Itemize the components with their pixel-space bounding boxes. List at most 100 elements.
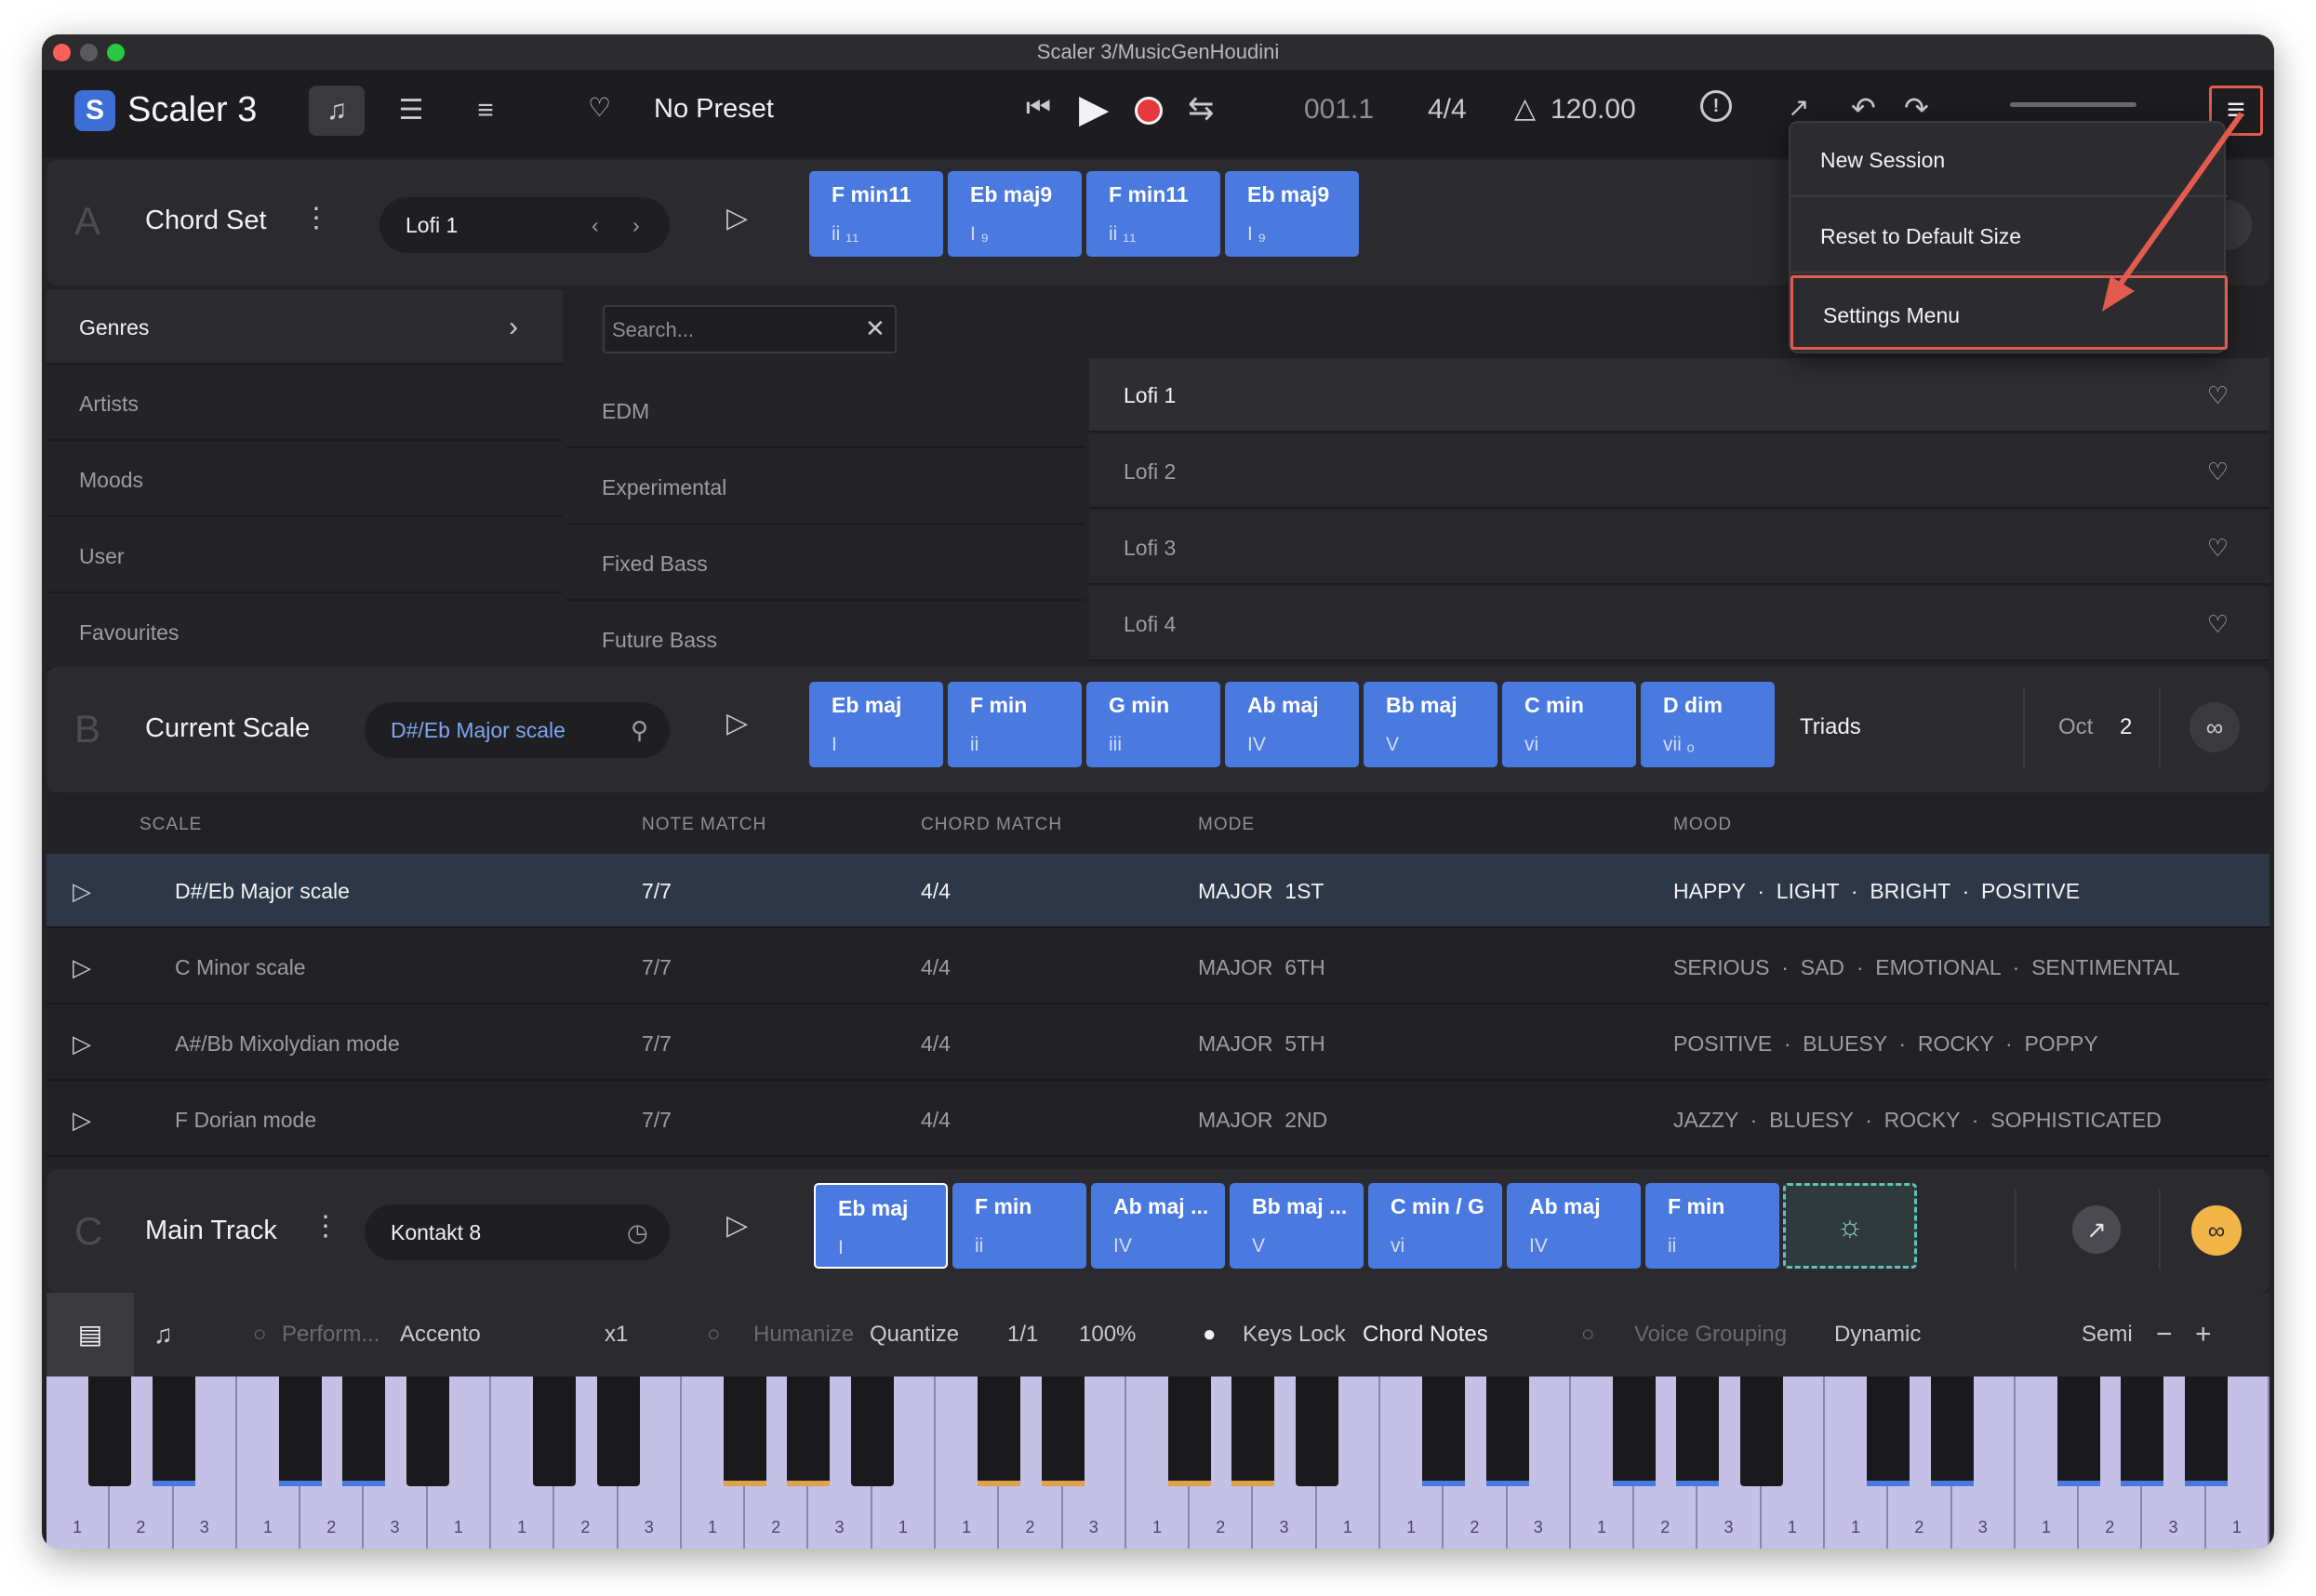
suggest-chord-lightbulb-icon[interactable]: ☼	[1783, 1183, 1917, 1269]
genre-item[interactable]: Future Bass	[567, 603, 1085, 677]
quantize-label[interactable]: Quantize	[870, 1293, 959, 1377]
black-key[interactable]	[1041, 1377, 1085, 1486]
dynamic-label[interactable]: Dynamic	[1834, 1293, 1921, 1377]
voicing-selector[interactable]: Triads	[1800, 714, 1861, 740]
track-chord[interactable]: C min / G vi	[1368, 1183, 1502, 1269]
black-key[interactable]	[1867, 1377, 1910, 1486]
voice-grouping-radio-icon[interactable]: ○	[1581, 1293, 1595, 1377]
favorite-preset-icon[interactable]: ♡	[588, 92, 611, 123]
black-key[interactable]	[2184, 1377, 2228, 1486]
close-window-button[interactable]	[53, 44, 71, 61]
heart-icon[interactable]: ♡	[2207, 587, 2229, 661]
percent-value[interactable]: 100%	[1079, 1293, 1136, 1377]
preset-name[interactable]: No Preset	[654, 94, 774, 125]
black-key[interactable]	[2121, 1377, 2164, 1486]
quantize-value[interactable]: 1/1	[1007, 1293, 1038, 1377]
layers-tab[interactable]: ☰	[383, 86, 439, 136]
scale-chord[interactable]: G min iii	[1086, 682, 1220, 767]
column-header[interactable]: MOOD	[1673, 815, 1732, 835]
black-key[interactable]	[152, 1377, 195, 1486]
heart-icon[interactable]: ♡	[2207, 434, 2229, 509]
column-header[interactable]: NOTE MATCH	[642, 815, 766, 835]
black-key[interactable]	[787, 1377, 831, 1486]
piano-keyboard[interactable]: 1 2 3 1 2 3 1 1 2 3 1 2 3 1 1 2 3 1 2 3 1 1 2 3 1 2 3 1 1 2 3 1 2 3 1	[47, 1377, 2269, 1549]
octave-value[interactable]: 2	[2120, 714, 2132, 740]
row-play-icon[interactable]: ▷	[73, 1006, 91, 1081]
guitar-icon[interactable]: ♫	[153, 1293, 173, 1377]
column-header[interactable]: MODE	[1198, 815, 1255, 835]
black-key[interactable]	[342, 1377, 386, 1486]
black-key[interactable]	[850, 1377, 894, 1486]
keys-lock-label[interactable]: Keys Lock	[1243, 1293, 1346, 1377]
list-tab[interactable]: ≡	[458, 86, 513, 136]
next-preset-icon[interactable]: ›	[632, 197, 640, 253]
black-key[interactable]	[978, 1377, 1021, 1486]
humanize-label[interactable]: Humanize	[753, 1293, 854, 1377]
track-chord[interactable]: Ab maj ... IV	[1091, 1183, 1225, 1269]
set-item[interactable]: Lofi 1 ♡	[1089, 358, 2269, 432]
scale-chord[interactable]: Eb maj I	[809, 682, 943, 767]
scale-play-icon[interactable]: ▷	[726, 707, 748, 739]
black-key[interactable]	[1485, 1377, 1529, 1486]
black-key[interactable]	[1676, 1377, 1720, 1486]
perform-label[interactable]: Perform...	[282, 1293, 379, 1377]
tempo-value[interactable]: 120.00	[1551, 94, 1636, 126]
black-key[interactable]	[1295, 1377, 1338, 1486]
chord-set-more-icon[interactable]: ⋮	[302, 202, 330, 234]
category-genres[interactable]: Genres ›	[47, 290, 563, 365]
table-row[interactable]: ▷ A#/Bb Mixolydian mode 7/7 4/4 MAJOR 5T…	[47, 1006, 2269, 1081]
set-item[interactable]: Lofi 4 ♡	[1089, 587, 2269, 661]
genre-item[interactable]: Fixed Bass	[567, 526, 1085, 601]
piano-icon[interactable]: ▤	[47, 1293, 134, 1377]
track-link-icon[interactable]: ∞	[2191, 1205, 2242, 1256]
loop-icon[interactable]: ⇆	[1188, 90, 1215, 127]
black-key[interactable]	[406, 1377, 449, 1486]
column-header[interactable]: CHORD MATCH	[921, 815, 1062, 835]
play-icon[interactable]: ▶	[1079, 86, 1109, 131]
chord-set-play-icon[interactable]: ▷	[726, 202, 748, 234]
keys-lock-radio-icon[interactable]: ●	[1203, 1293, 1217, 1377]
row-play-icon[interactable]: ▷	[73, 1083, 91, 1157]
black-key[interactable]	[596, 1377, 640, 1486]
black-key[interactable]	[279, 1377, 323, 1486]
heart-icon[interactable]: ♡	[2207, 358, 2229, 432]
chord-set-chord[interactable]: F min11 ii ₁₁	[1086, 171, 1220, 257]
humanize-radio-icon[interactable]: ○	[707, 1293, 721, 1377]
row-play-icon[interactable]: ▷	[73, 930, 91, 1004]
black-key[interactable]	[1422, 1377, 1466, 1486]
scale-link-icon[interactable]: ∞	[2190, 702, 2240, 752]
export-icon[interactable]: ↗	[1788, 92, 1809, 123]
timer-icon[interactable]: ◷	[627, 1204, 648, 1260]
chord-set-preset-selector[interactable]: Lofi 1 ‹ ›	[379, 197, 670, 253]
genre-item[interactable]: Experimental	[567, 450, 1085, 525]
track-chord[interactable]: F min ii	[952, 1183, 1086, 1269]
info-icon[interactable]: !	[1700, 90, 1732, 122]
search-icon[interactable]: ⚲	[631, 702, 648, 758]
track-chord[interactable]: Ab maj IV	[1507, 1183, 1641, 1269]
semi-increase-button[interactable]: +	[2195, 1293, 2212, 1377]
category-user[interactable]: User	[47, 519, 563, 593]
category-favourites[interactable]: Favourites	[47, 595, 563, 670]
volume-slider[interactable]	[2010, 102, 2136, 107]
table-row[interactable]: ▷ C Minor scale 7/7 4/4 MAJOR 6TH SERIOU…	[47, 930, 2269, 1004]
drag-export-icon[interactable]: ↗	[2072, 1205, 2121, 1254]
main-track-play-icon[interactable]: ▷	[726, 1209, 748, 1242]
scale-chord[interactable]: C min vi	[1502, 682, 1636, 767]
scale-chord[interactable]: Bb maj V	[1364, 682, 1497, 767]
category-moods[interactable]: Moods	[47, 443, 563, 517]
song-view-tab[interactable]: ♫	[309, 86, 365, 136]
scale-chord[interactable]: F min ii	[948, 682, 1082, 767]
black-key[interactable]	[1231, 1377, 1275, 1486]
main-track-more-icon[interactable]: ⋮	[312, 1210, 339, 1243]
chord-set-chord[interactable]: F min11 ii ₁₁	[809, 171, 943, 257]
black-key[interactable]	[1168, 1377, 1212, 1486]
scale-chord[interactable]: Ab maj IV	[1225, 682, 1359, 767]
multiplier-value[interactable]: x1	[605, 1293, 628, 1377]
record-button[interactable]	[1135, 97, 1163, 125]
clear-search-icon[interactable]: ✕	[865, 314, 885, 343]
prev-preset-icon[interactable]: ‹	[592, 197, 599, 253]
accento-label[interactable]: Accento	[400, 1293, 481, 1377]
metronome-icon[interactable]: △	[1514, 92, 1536, 125]
perform-radio-icon[interactable]: ○	[253, 1293, 267, 1377]
black-key[interactable]	[724, 1377, 767, 1486]
